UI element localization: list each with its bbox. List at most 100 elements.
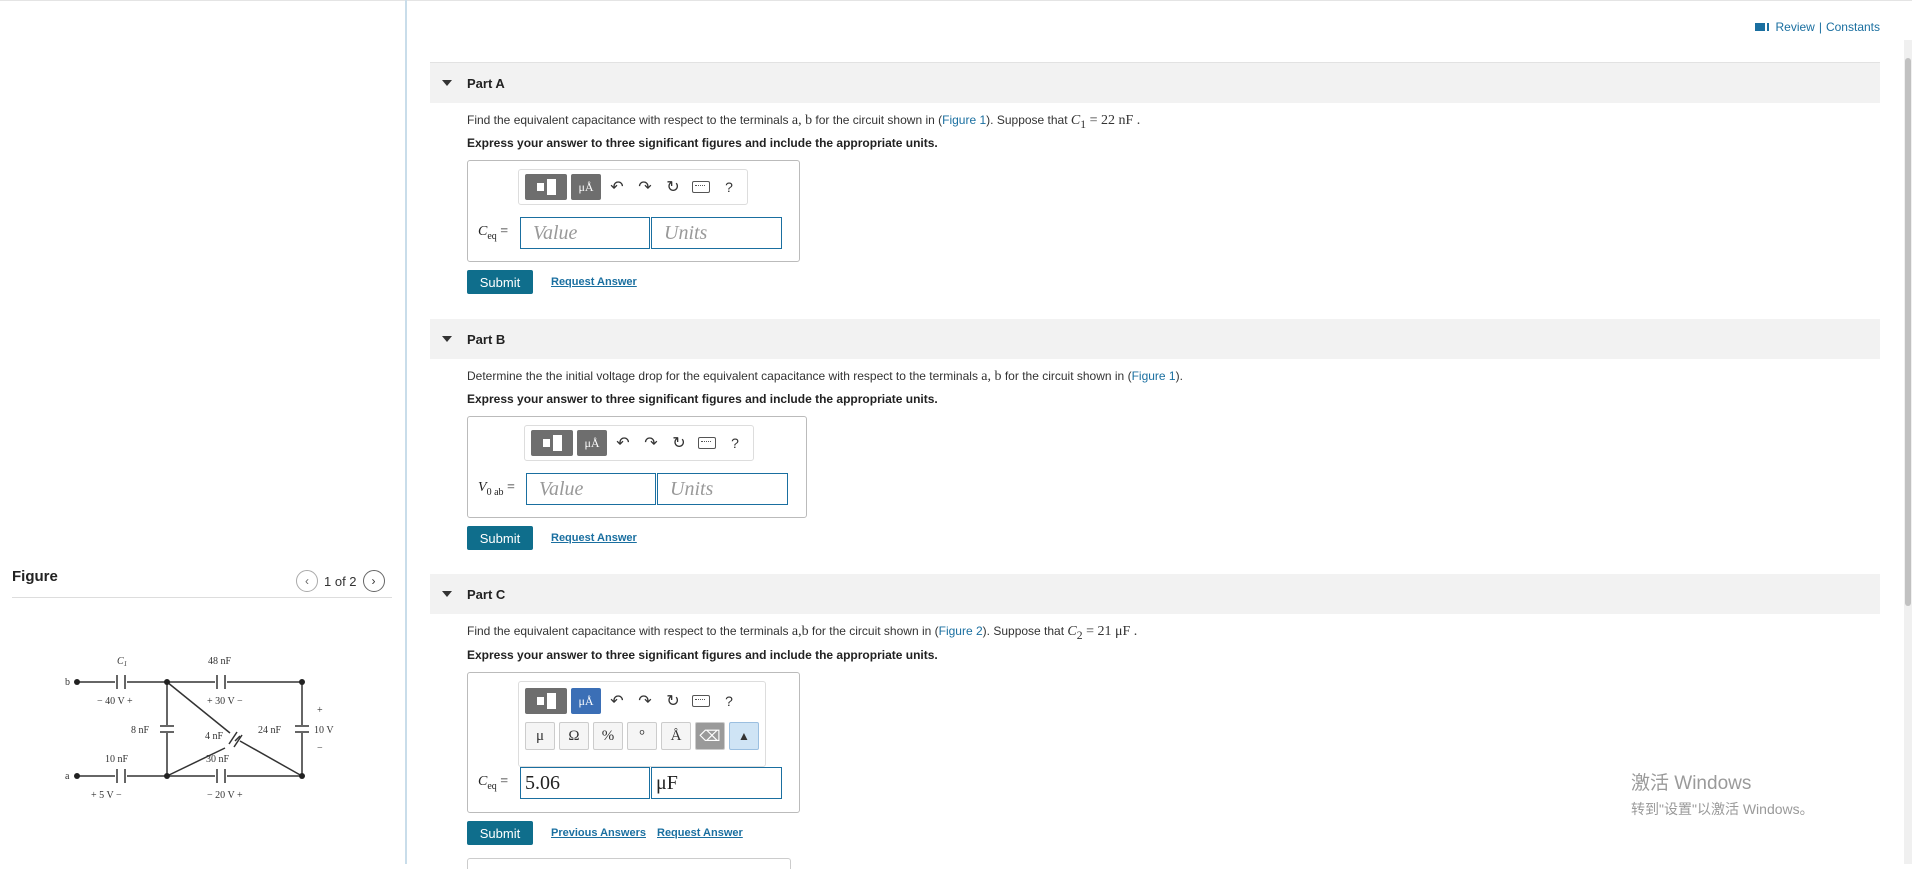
keyboard-icon[interactable] bbox=[695, 431, 719, 455]
chevron-left-icon[interactable]: ‹ bbox=[296, 570, 318, 592]
value-input[interactable]: Value bbox=[526, 473, 656, 505]
part-b-question: Determine the the initial voltage drop f… bbox=[467, 369, 1183, 384]
part-c-instructions: Express your answer to three significant… bbox=[467, 648, 938, 662]
angstrom-symbol-button[interactable]: Å bbox=[661, 722, 691, 750]
chevron-right-icon[interactable]: › bbox=[362, 570, 385, 592]
panel-divider bbox=[405, 0, 407, 864]
part-a-request-answer-link[interactable]: Request Answer bbox=[551, 276, 637, 288]
backspace-icon[interactable]: ⌫ bbox=[695, 722, 725, 750]
review-link[interactable]: Review bbox=[1775, 20, 1814, 34]
v10-label: 10 V bbox=[314, 725, 334, 736]
units-input[interactable]: Units bbox=[657, 473, 788, 505]
units-input[interactable]: Units bbox=[651, 217, 782, 249]
c4-label: 4 nF bbox=[205, 731, 224, 742]
reset-icon[interactable]: ↻ bbox=[661, 175, 685, 199]
reset-icon[interactable]: ↻ bbox=[661, 689, 685, 713]
keyboard-icon[interactable] bbox=[689, 689, 713, 713]
part-b-title: Part B bbox=[467, 331, 506, 347]
keyboard-toggle-icon[interactable]: ▲ bbox=[729, 722, 759, 750]
book-icon bbox=[1755, 23, 1768, 31]
part-c-submit-button[interactable]: Submit bbox=[467, 821, 533, 845]
part-b-submit-button[interactable]: Submit bbox=[467, 526, 533, 550]
reset-icon[interactable]: ↻ bbox=[667, 431, 691, 455]
c48-label: 48 nF bbox=[208, 656, 232, 667]
units-input[interactable]: μF bbox=[651, 767, 782, 799]
part-c-request-answer-link[interactable]: Request Answer bbox=[657, 827, 743, 839]
v0ab-label: V0 ab = bbox=[478, 480, 515, 498]
part-c-question: Find the equivalent capacitance with res… bbox=[467, 624, 1138, 642]
units-button[interactable]: μÅ bbox=[571, 688, 601, 714]
help-button[interactable]: ? bbox=[717, 689, 741, 713]
templates-button[interactable] bbox=[525, 688, 567, 714]
part-b-answer-box: μÅ ↶ ↷ ↻ ? V0 ab = Value Units bbox=[467, 416, 807, 518]
part-a-title: Part A bbox=[467, 75, 505, 91]
redo-icon[interactable]: ↷ bbox=[633, 175, 657, 199]
terminal-b-label: b bbox=[65, 677, 70, 688]
figure-page-indicator: 1 of 2 bbox=[324, 573, 357, 589]
watermark-line-2: 转到"设置"以激活 Windows。 bbox=[1631, 801, 1814, 817]
ceq-label: Ceq = bbox=[478, 224, 509, 242]
mu-symbol-button[interactable]: μ bbox=[525, 722, 555, 750]
v10-minus: − bbox=[317, 743, 323, 754]
figure-pager: ‹ 1 of 2 › bbox=[296, 570, 385, 592]
omega-symbol-button[interactable]: Ω bbox=[559, 722, 589, 750]
undo-icon[interactable]: ↶ bbox=[605, 689, 629, 713]
part-c-title: Part C bbox=[467, 586, 506, 602]
part-c-toolbar: μÅ ↶ ↷ ↻ ? μ Ω % ° Å ⌫ ▲ bbox=[518, 681, 766, 767]
value-input[interactable]: 5.06 bbox=[520, 767, 650, 799]
watermark-line-1: 激活 Windows bbox=[1631, 773, 1752, 794]
help-button[interactable]: ? bbox=[717, 175, 741, 199]
part-b-header[interactable]: Part B bbox=[430, 319, 1880, 359]
undo-icon[interactable]: ↶ bbox=[611, 431, 635, 455]
c1-voltage-label: − 40 V + bbox=[97, 696, 133, 707]
help-button[interactable]: ? bbox=[723, 431, 747, 455]
units-button[interactable]: μÅ bbox=[577, 430, 607, 456]
c10-label: 10 nF bbox=[105, 754, 129, 765]
c24-label: 24 nF bbox=[258, 725, 282, 736]
undo-icon[interactable]: ↶ bbox=[605, 175, 629, 199]
terminal-a-label: a bbox=[65, 771, 70, 782]
v10-plus: + bbox=[317, 705, 323, 716]
part-a-answer-box: μÅ ↶ ↷ ↻ ? Ceq = Value Units bbox=[467, 160, 800, 262]
figure-1-link[interactable]: Figure 1 bbox=[1132, 369, 1176, 383]
c48-voltage-label: + 30 V − bbox=[207, 696, 243, 707]
part-c-answer-box: μÅ ↶ ↷ ↻ ? μ Ω % ° Å ⌫ ▲ Ceq = 5.06 μF bbox=[467, 672, 800, 813]
templates-button[interactable] bbox=[531, 430, 573, 456]
review-constants-links: Review | Constants bbox=[1755, 20, 1880, 34]
degree-symbol-button[interactable]: ° bbox=[627, 722, 657, 750]
redo-icon[interactable]: ↷ bbox=[633, 689, 657, 713]
templates-button[interactable] bbox=[525, 174, 567, 200]
scrollbar-thumb[interactable] bbox=[1905, 58, 1911, 606]
c30-voltage-label: − 20 V + bbox=[207, 790, 243, 801]
figure-title: Figure bbox=[12, 568, 58, 585]
redo-icon[interactable]: ↷ bbox=[639, 431, 663, 455]
part-c-header[interactable]: Part C bbox=[430, 574, 1880, 614]
value-input[interactable]: Value bbox=[520, 217, 650, 249]
c1-label: C1 bbox=[117, 656, 127, 668]
percent-symbol-button[interactable]: % bbox=[593, 722, 623, 750]
figure-panel: Figure ‹ 1 of 2 › b a C1 − 40 V + 48 nF … bbox=[0, 0, 405, 864]
part-a-header[interactable]: Part A bbox=[430, 63, 1880, 103]
part-b-instructions: Express your answer to three significant… bbox=[467, 392, 938, 406]
part-a-instructions: Express your answer to three significant… bbox=[467, 136, 938, 150]
caret-down-icon bbox=[442, 80, 452, 86]
caret-down-icon bbox=[442, 591, 452, 597]
windows-activation-watermark: 激活 Windows 转到"设置"以激活 Windows。 bbox=[1631, 768, 1814, 819]
figure-2-link[interactable]: Figure 2 bbox=[939, 624, 983, 638]
keyboard-icon[interactable] bbox=[689, 175, 713, 199]
ceq-label: Ceq = bbox=[478, 774, 509, 792]
figure-1-link[interactable]: Figure 1 bbox=[942, 113, 986, 127]
c30-label: 30 nF bbox=[206, 754, 230, 765]
constants-link[interactable]: Constants bbox=[1826, 20, 1880, 34]
part-a-submit-button[interactable]: Submit bbox=[467, 270, 533, 294]
units-button[interactable]: μÅ bbox=[571, 174, 601, 200]
link-separator: | bbox=[1818, 20, 1822, 34]
c10-voltage-label: + 5 V − bbox=[91, 790, 122, 801]
part-a-question: Find the equivalent capacitance with res… bbox=[467, 113, 1141, 131]
caret-down-icon bbox=[442, 336, 452, 342]
part-a-toolbar: μÅ ↶ ↷ ↻ ? bbox=[518, 169, 748, 205]
figure-divider bbox=[12, 597, 392, 598]
c8-label: 8 nF bbox=[131, 725, 150, 736]
part-b-request-answer-link[interactable]: Request Answer bbox=[551, 532, 637, 544]
part-c-previous-answers-link[interactable]: Previous Answers bbox=[551, 827, 646, 839]
